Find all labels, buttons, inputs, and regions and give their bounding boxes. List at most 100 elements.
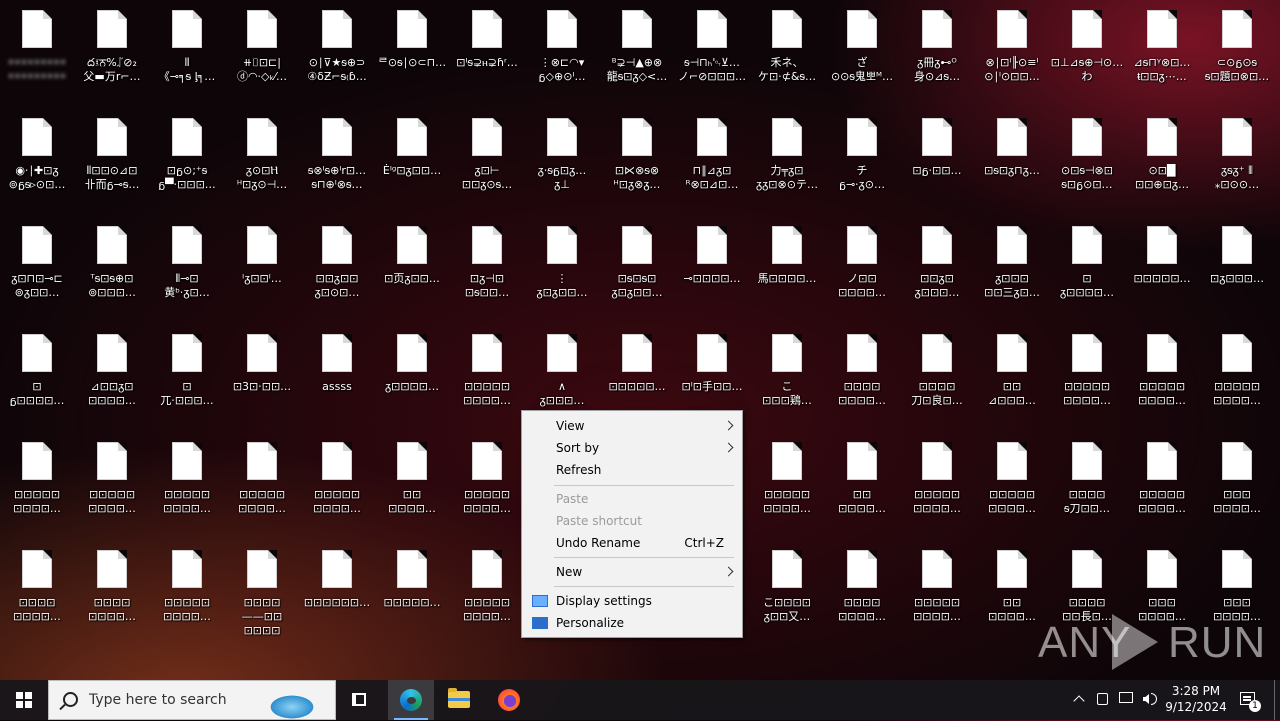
desktop-file-icon[interactable]: ⊙∣⊽★ᵴ⊕⊃ ④δƵ⌐ᵴ₍ɓ… [300,8,374,108]
desktop-file-icon[interactable]: ⊡⊡⊡⊡⊡ ⊡⊡⊡⊡… [300,440,374,540]
desktop-file-icon[interactable]: ᵹ冊ᵹ⊷ᴼ 身⊙⊿ᵴ… [900,8,974,108]
desktop-file-icon[interactable]: ⊡ ᵹ⊡⊡⊡⊡… [1050,224,1124,324]
desktop-file-icon[interactable]: ᄅ⊙ᵴ∣⊙⊂⊓… [375,8,449,108]
desktop-file-icon[interactable]: 馬⊡⊡⊡⊡… [750,224,824,324]
desktop-file-icon[interactable]: ⊡⊡⊡⊡⊡ ⊡⊡⊡⊡… [900,440,974,540]
desktop-file-icon[interactable]: ⊙⊡█ ⊡⊡⊕⊡ᵹ… [1125,116,1199,216]
desktop-file-icon[interactable]: ⊡ 兀⋅⊡⊡⊡… [150,332,224,432]
desktop-file-icon[interactable]: ⊡⊡⊡⊡ ᵴ刀⊡⊡… [1050,440,1124,540]
desktop-file-icon[interactable]: ⊡⊡⊡⊡⊡ ⊡⊡⊡⊡… [975,440,1049,540]
desktop-file-icon[interactable]: ⊡ᵷ⋅⊡⊡… [900,116,974,216]
desktop-file-icon[interactable]: ••••••••• ••••••••• [0,8,74,108]
desktop-file-icon[interactable]: ⊡⊥⊿ᵴ⊕⊣⊙… わ [1050,8,1124,108]
desktop-file-icon[interactable]: ⊿⊡⊡ᵹ⊡ ⊡⊡⊡⊡… [75,332,149,432]
desktop-file-icon[interactable]: ⦀⊡⊡⊙⊿⊡ 卝而ᵷ⊸ᵴ… [75,116,149,216]
desktop-file-icon[interactable]: ⊡⊡ ⊡⊡⊡⊡… [825,440,899,540]
desktop-file-icon[interactable]: 禾ネ、 ケ⊡⋅⊄&ᵴ… [750,8,824,108]
desktop-file-icon[interactable]: ᵹ⊡⊡⊡⊡… [375,332,449,432]
desktop-file-icon[interactable]: ⊡ᵴ⊡ᵴ⊡ ᵹ⊡ᵹ⊡⊡… [600,224,674,324]
desktop-file-icon[interactable]: ⊡⊡⊡⊡⊡ ⊡⊡⊡⊡… [450,440,524,540]
desktop-file-icon[interactable]: ⊡⊡⊡⊡⊡ ⊡⊡⊡⊡… [0,440,74,540]
desktop-file-icon[interactable]: ⊸⊡⊡⊡⊡… [675,224,749,324]
desktop-file-icon[interactable]: ᵹ⋅ᵴᵷ⊡ᵹ… ᵹ⊥ [525,116,599,216]
desktop-file-icon[interactable]: Ėᴵᵍ⊡ᵹ⊡⊡… [375,116,449,216]
desktop-file-icon[interactable]: 力╤ᵹ⊡ ᵹᵹ⊡⊗⊙テ… [750,116,824,216]
desktop-file-icon[interactable]: ᵴ⊣⊓ₕ␄⊻… ノ⌐⊘⊡⊡⊡… [675,8,749,108]
taskbar-search-box[interactable]: Type here to search [48,680,336,721]
menu-item-personalize[interactable]: Personalize [522,612,742,634]
desktop-file-icon[interactable]: ノ⊡⊡ ⊡⊡⊡⊡… [825,224,899,324]
desktop-file-icon[interactable]: ᵹ⊡⊢ ⊡⊡ᵹ⊙ᵴ… [450,116,524,216]
desktop-file-icon[interactable]: ⋮ ᵹ⊡ᵹ⊡⊡… [525,224,599,324]
desktop-file-icon[interactable]: ⊡⊡⊡⊡⊡… [1125,224,1199,324]
edge-taskbar-button[interactable] [388,680,434,720]
task-view-button[interactable] [340,680,380,720]
desktop-file-icon[interactable]: ⊡ᵹ⊣⊡ ⊡ᵴ⊡⊡… [450,224,524,324]
desktop-file-icon[interactable]: ⊡⊡⊡⊡⊡ ⊡⊡⊡⊡… [225,440,299,540]
desktop-file-icon[interactable]: ⊡⊡⊡⊡⊡ ⊡⊡⊡⊡… [1125,332,1199,432]
menu-item-refresh[interactable]: Refresh [522,459,742,481]
desktop-file-icon[interactable]: ⊡ᵷ⊙;⁺ᵴ ᵷ▀⋅⊡⊡⊡… [150,116,224,216]
desktop-file-icon[interactable]: ⊡⋉⊗ᵴ⊗ ᴴ⊡ᵹ⊗ᵹ… [600,116,674,216]
file-explorer-taskbar-button[interactable] [436,680,482,720]
desktop-file-icon[interactable]: ᵹ⊡⊓⊡⊸⊏ ⊚ᵹ⊡⊡… [0,224,74,324]
desktop-file-icon[interactable]: ⊓∥⊿ᵹ⊡ ᴿ⊗⊡⊿⊡… [675,116,749,216]
menu-item-paste-shortcut[interactable]: Paste shortcut [522,510,742,532]
desktop-file-icon[interactable]: ᴮ⊋⊣▲⊕⊗ 龍ᵴ⊡ᵹ◇<… [600,8,674,108]
desktop-file-icon[interactable]: ⊡⊡⊡⊡⊡ ⊡⊡⊡⊡… [1200,332,1274,432]
desktop-file-icon[interactable]: ⊡⊡⊡⊡⊡ ⊡⊡⊡⊡… [750,440,824,540]
tray-network-button[interactable] [1116,680,1136,720]
desktop-file-icon[interactable]: ⊡⊡⊡⊡⊡ ⊡⊡⊡⊡… [450,548,524,648]
desktop-file-icon[interactable]: チ ᵷ⊸⋅ᵹ⊙… [825,116,899,216]
menu-item-sort-by[interactable]: Sort by [522,437,742,459]
desktop-file-icon[interactable]: ᵹᵴᵹ⁺ ⦀ ⁎⊡⊙⊙… [1200,116,1274,216]
desktop-file-icon[interactable]: ⊡⊡⊡⊡ ——⊡⊡ ⊡⊡⊡⊡ [225,548,299,648]
desktop-file-icon[interactable]: ⊗∣⊡ᴵ╟⊙≡ᴵ ⊙∣ᴵ⊙⊡⊡… [975,8,1049,108]
desktop-file-icon[interactable]: ⊡⊡⊡⊡⊡ ⊡⊡⊡⊡… [150,548,224,648]
desktop-file-icon[interactable]: ⦀ 《⊸╕ᵴ ᶅ╕… [150,8,224,108]
menu-item-display-settings[interactable]: Display settings [522,590,742,612]
desktop-file-icon[interactable]: ⊡ ᵷ⊡⊡⊡⊡… [0,332,74,432]
desktop-file-icon[interactable]: こ ⊡⊡⊡鶏… [750,332,824,432]
show-desktop-button[interactable] [1274,680,1280,720]
desktop-file-icon[interactable]: ᵀᵴ⊡ᵴ⊕⊡ ⊚⊡⊡⊡… [75,224,149,324]
menu-item-new[interactable]: New [522,561,742,583]
desktop-file-icon[interactable]: ⊡页ᵹ⊡⊡… [375,224,449,324]
desktop-file-icon[interactable]: ⊡⊡⊡⊡ 刀⊡良⊡… [900,332,974,432]
desktop-file-icon[interactable]: ⊿ᵴ⊓ᵞ⊗⊡… ᵵ⊡⊡ᵹ⋯… [1125,8,1199,108]
desktop-file-icon[interactable]: ⊡⊡⊡⊡ ⊡⊡⊡⊡… [825,548,899,648]
desktop-file-icon[interactable]: こ⊡⊡⊡⊡ ᵹ⊡⊡又… [750,548,824,648]
desktop-file-icon[interactable]: ⊡⊡ ⊿⊡⊡⊡… [975,332,1049,432]
start-button[interactable] [0,680,48,720]
desktop-file-icon[interactable]: ざ ⊙⊙ᵴ鬼뽀ᴹ… [825,8,899,108]
desktop-file-icon[interactable]: ᵴ⊗ᴵᵴ⊕ᴵr⊡… ᵴ⊓⊕ᴵ⊗ᵴ… [300,116,374,216]
desktop-file-icon[interactable]: ⊡⊡⊡ ⊡⊡⊡⊡… [1200,440,1274,540]
show-hidden-icons-button[interactable] [1070,680,1088,720]
desktop-file-icon[interactable]: ⊡⊡⊡⊡ ⊡⊡⊡⊡… [75,548,149,648]
tray-security-button[interactable] [1094,680,1112,720]
desktop-file-icon[interactable]: ◉⋅∣✚⊡ᵹ ⊚ᵷᵴ▹⊙⊡… [0,116,74,216]
menu-item-paste[interactable]: Paste [522,488,742,510]
desktop-file-icon[interactable]: ⊡⊡⊡⊡⊡… [375,548,449,648]
desktop-file-icon[interactable]: ⦀⊸⊡ 黄ᵇ⋅ᵹ⊡… [150,224,224,324]
action-center-button[interactable]: 1 [1236,680,1261,720]
desktop-file-icon[interactable]: ⊡⊡⊡⊡⊡ ⊡⊡⊡⊡… [900,548,974,648]
desktop-file-icon[interactable]: ⊡⊡ᵹ⊡⊡ ᵹ⊡⊙⊡… [300,224,374,324]
desktop-file-icon[interactable]: ⊡3⊡⋅⊡⊡… [225,332,299,432]
desktop-file-icon[interactable]: ⊂⊙ᵷ⊙ᵴ ᵴ⊡題⊡⊗⊡… [1200,8,1274,108]
tray-volume-button[interactable] [1140,680,1160,720]
desktop-file-icon[interactable]: ⊡⊡⊡⊡⊡ ⊡⊡⊡⊡… [1125,440,1199,540]
desktop-file-icon[interactable]: ⊙⊡ᵴ⊣⊗⊡ ᵴ⊡ᵷ⊙⊡… [1050,116,1124,216]
desktop-file-icon[interactable]: ⊡⊡⊡⊡⊡ ⊡⊡⊡⊡… [75,440,149,540]
desktop-file-icon[interactable]: ⊡⊡ ⊡⊡⊡⊡… [375,440,449,540]
desktop-file-icon[interactable]: ⊡⊡⊡⊡⊡ ⊡⊡⊡⊡… [1050,332,1124,432]
firefox-taskbar-button[interactable] [486,680,532,720]
desktop-file-icon[interactable]: ⊡⊡⊡⊡⊡ ⊡⊡⊡⊡… [450,332,524,432]
desktop-file-icon[interactable]: ⋮⊗⊏◠▾ ᵷ◇⊕⊙ᴵ… [525,8,599,108]
desktop-file-icon[interactable]: ⊡⊡⊡⊡ ⊡⊡⊡⊡… [825,332,899,432]
desktop-file-icon[interactable]: ⊡⊡⊡⊡⊡ ⊡⊡⊡⊡… [150,440,224,540]
menu-item-undo-rename[interactable]: Undo Rename Ctrl+Z [522,532,742,554]
tray-clock[interactable]: 3:28 PM 9/12/2024 [1162,680,1230,720]
desktop-file-icon[interactable]: ⊡⊡⊡⊡⊡⊡… [300,548,374,648]
desktop-file-icon[interactable]: ద፤ਨ%ᛢ⊘₂ 父▬万r⌐… [75,8,149,108]
